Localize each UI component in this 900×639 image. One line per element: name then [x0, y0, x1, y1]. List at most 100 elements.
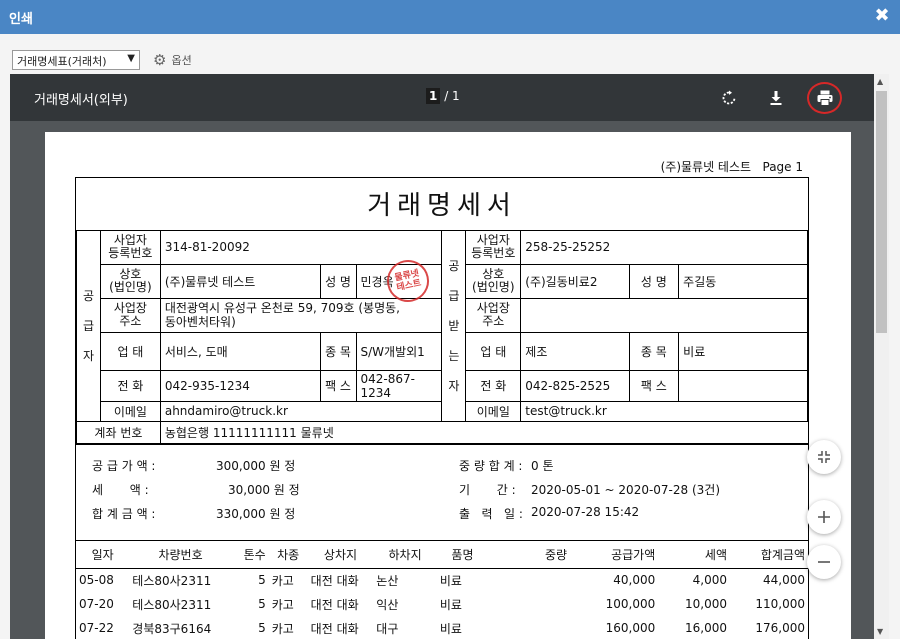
supplier-biz-label: 업 태 [99, 331, 161, 371]
cell-product: 비료 [439, 573, 462, 588]
cell-type: 카고 [271, 597, 294, 612]
document-page: (주)물류넷 테스트 Page 1 거래명세서 공급자 사업자 등록번호 314… [45, 132, 851, 639]
receiver-rep: 주길동 [678, 263, 808, 299]
page-header: (주)물류넷 테스트 Page 1 [660, 160, 803, 174]
printed-value: 2020-07-28 15:42 [531, 504, 640, 519]
receiver-addr [520, 297, 808, 333]
cell-tax: 10,000 [685, 597, 728, 611]
col-vehicle: 차량번호 [129, 540, 232, 569]
cell-unload: 익산 [376, 597, 399, 612]
supplier-reg-no: 314-81-20092 [159, 229, 443, 265]
supplier-addr: 대전광역시 유성구 온천로 59, 709호 (봉명동, 동아벤처타워) [159, 297, 443, 333]
template-select-value: 거래명세표(거래처) [17, 55, 107, 68]
minus-icon[interactable] [807, 545, 841, 579]
cell-unload: 대구 [376, 621, 399, 636]
supplier-fax-label: 팩 스 [319, 369, 357, 402]
cell-weight [488, 616, 570, 639]
period-value: 2020-05-01 ~ 2020-07-28 (3건) [531, 482, 721, 497]
cell-load: 대전 대화 [310, 573, 359, 588]
rotate-icon[interactable] [716, 85, 742, 111]
items-header-row: 일자 차량번호 톤수 차종 상차지 하차지 품명 중량 공급가액 세액 합계금액 [76, 540, 808, 569]
supplier-addr-label: 사업장 주소 [99, 297, 161, 333]
supplier-biz: 서비스, 도매 [159, 331, 321, 371]
supplier-reg-label: 사업자 등록번호 [99, 229, 161, 265]
close-icon[interactable]: ✖ [874, 6, 890, 26]
tax-value: 30,000 원 정 [228, 482, 300, 497]
col-unload: 하차지 [373, 540, 437, 569]
vertical-scrollbar[interactable]: ▲ ▼ [874, 74, 889, 639]
col-load: 상차지 [307, 540, 374, 569]
receiver-addr-label: 사업장 주소 [465, 297, 522, 333]
table-row: 07-20 테스80사2311 5 카고 대전 대화 익산 비료 100,000… [76, 592, 808, 616]
cell-supply: 160,000 [605, 621, 656, 635]
table-row: 05-08 테스80사2311 5 카고 대전 대화 논산 비료 40,000 … [76, 568, 808, 592]
cell-weight [488, 592, 570, 616]
document-main-title: 거래명세서 [76, 178, 808, 231]
page-current[interactable]: 1 [426, 88, 441, 104]
receiver-fax-label: 팩 스 [628, 369, 680, 402]
cell-date: 07-22 [79, 621, 114, 635]
cell-total: 110,000 [755, 597, 805, 611]
summary-block: 공 급 가 액 : 300,000 원 정 세 액 : 30,000 원 정 합… [76, 443, 808, 540]
receiver-email-label: 이메일 [465, 400, 522, 422]
plus-icon[interactable] [807, 500, 841, 534]
cell-tonnage: 5 [258, 621, 266, 635]
print-icon[interactable] [812, 85, 838, 111]
receiver-rep-label: 성 명 [628, 263, 680, 299]
supplier-item: S/W개발외1 [355, 331, 443, 371]
receiver-reg-no: 258-25-25252 [520, 229, 808, 265]
cell-unload: 논산 [376, 573, 399, 588]
receiver-biz: 제조 [520, 331, 630, 371]
col-tonnage: 톤수 [231, 540, 269, 569]
download-icon[interactable] [763, 85, 789, 111]
supplier-item-label: 종 목 [319, 331, 357, 371]
receiver-side-label: 공급받는자 [441, 229, 467, 422]
items-table: 일자 차량번호 톤수 차종 상차지 하차지 품명 중량 공급가액 세액 합계금액 [76, 539, 808, 639]
receiver-name: (주)길동비료2 [520, 263, 630, 299]
page-total: / 1 [444, 89, 460, 103]
total-value: 330,000 원 정 [216, 506, 296, 521]
cell-tax: 4,000 [692, 573, 728, 588]
supplier-side-label: 공급자 [76, 229, 101, 422]
receiver-email: test@truck.kr [520, 400, 808, 422]
cell-vehicle: 경북83구6164 [132, 621, 212, 636]
options-button[interactable]: ⚙ 옵션 [153, 51, 192, 69]
cell-load: 대전 대화 [310, 621, 359, 636]
scroll-up-icon[interactable]: ▲ [877, 77, 883, 86]
scroll-down-icon[interactable]: ▼ [877, 627, 883, 636]
receiver-item: 비료 [678, 331, 808, 371]
receiver-fax [678, 369, 808, 402]
col-type: 차종 [268, 540, 308, 569]
scrollbar-thumb[interactable] [876, 91, 887, 333]
cell-product: 비료 [439, 597, 462, 612]
cell-supply: 100,000 [605, 597, 656, 611]
invoice-sheet: 거래명세서 공급자 사업자 등록번호 314-81-20092 공급받는자 사업… [75, 177, 809, 639]
gear-icon: ⚙ [153, 51, 167, 69]
printed-label: 출 력 일 : [459, 506, 523, 521]
page-indicator: 1 / 1 [426, 88, 460, 104]
cell-tax: 16,000 [685, 621, 728, 635]
col-weight: 중량 [488, 540, 571, 569]
template-select[interactable]: 거래명세표(거래처) ▼ [12, 50, 140, 70]
supply-value: 300,000 원 정 [216, 458, 296, 473]
chevron-down-icon: ▼ [127, 53, 135, 64]
cell-product: 비료 [439, 621, 462, 636]
receiver-reg-label: 사업자 등록번호 [465, 229, 522, 265]
fit-icon[interactable] [807, 440, 841, 474]
supplier-rep-label: 성 명 [319, 263, 357, 299]
options-label: 옵션 [171, 54, 192, 67]
supplier-tel-label: 전 화 [99, 369, 161, 402]
cell-load: 대전 대화 [310, 597, 359, 612]
cell-tonnage: 5 [258, 597, 266, 611]
options-bar: 거래명세표(거래처) ▼ ⚙ 옵션 [0, 34, 900, 74]
col-total: 합계금액 [730, 540, 808, 569]
viewer-toolbar: 거래명세서(외부) 1 / 1 [10, 74, 874, 121]
supplier-email: ahndamiro@truck.kr [159, 400, 443, 422]
party-table: 거래명세서 공급자 사업자 등록번호 314-81-20092 공급받는자 사업… [76, 178, 808, 444]
weight-value: 0 톤 [531, 458, 554, 473]
document-title: 거래명세서(외부) [34, 93, 128, 108]
supplier-name-label: 상호 (법인명) [99, 263, 161, 299]
supply-label: 공 급 가 액 : [92, 458, 156, 473]
cell-weight [488, 568, 570, 592]
supplier-fax: 042-867-1234 [355, 369, 443, 402]
